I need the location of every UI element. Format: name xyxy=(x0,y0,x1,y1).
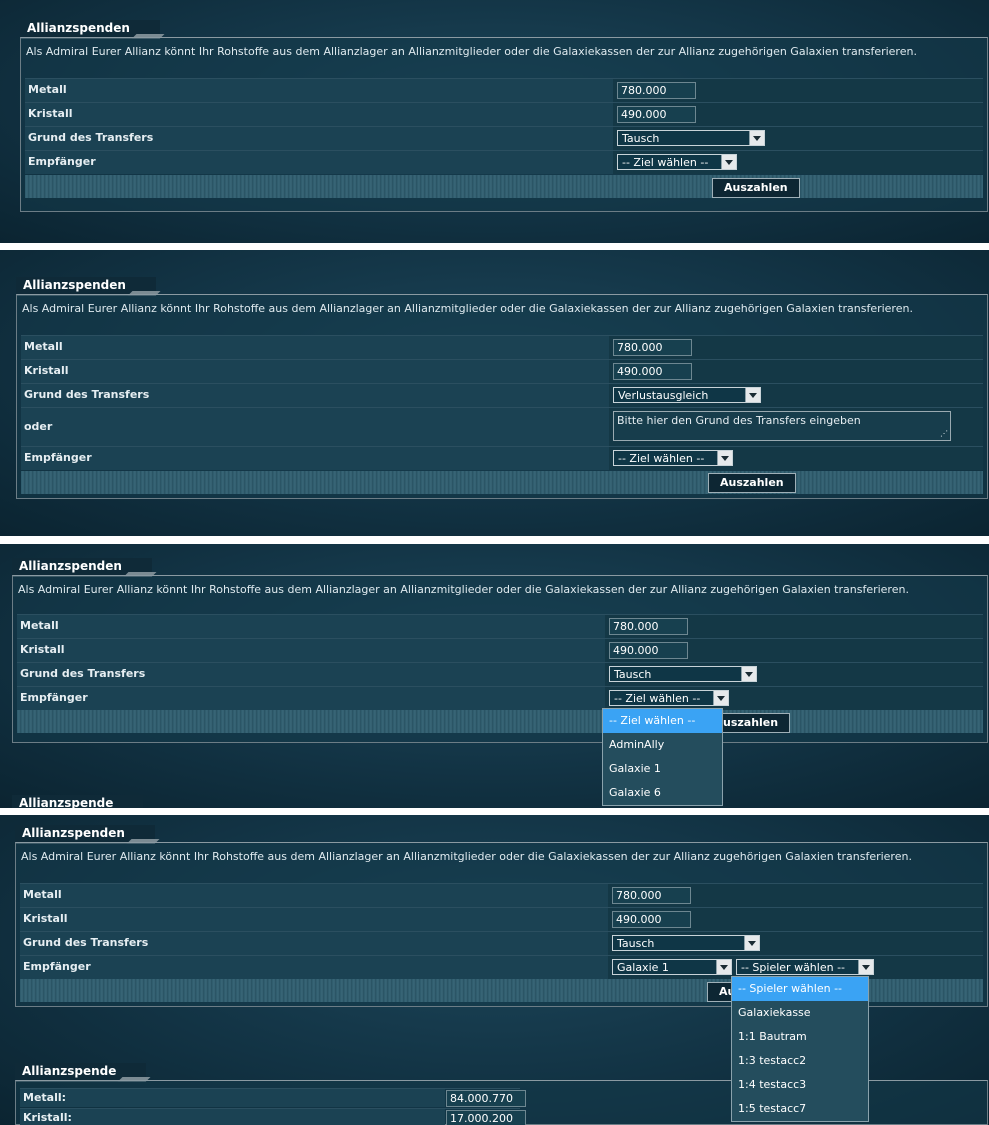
metal-input[interactable]: 780.000 xyxy=(609,618,688,635)
recipient-label: Empfänger xyxy=(21,447,609,470)
alliance-donation-box: Allianzspenden Als Admiral Eurer Allianz… xyxy=(20,20,988,212)
chevron-down-icon[interactable] xyxy=(749,131,764,145)
intro-text: Als Admiral Eurer Allianz könnt Ihr Rohs… xyxy=(22,302,913,315)
dropdown-option[interactable]: 1:3 testacc2 xyxy=(732,1049,868,1073)
chevron-down-icon[interactable] xyxy=(716,960,731,974)
separator xyxy=(0,243,989,250)
reason-label: Grund des Transfers xyxy=(21,384,609,407)
summary-crystal-value: 17.000.200 xyxy=(446,1110,526,1125)
dropdown-option[interactable]: AdminAlly xyxy=(603,733,722,757)
screenshot-panel-2: Allianzspenden Als Admiral Eurer Allianz… xyxy=(0,250,989,536)
summary-crystal-row: Kristall: 17.000.200 xyxy=(20,1108,526,1125)
alliance-donation-box: Allianzspenden Als Admiral Eurer Allianz… xyxy=(12,558,988,743)
payout-button[interactable]: Auszahlen xyxy=(712,178,800,198)
metal-row: Metall 780.000 xyxy=(20,883,983,907)
reason-textarea[interactable]: Bitte hier den Grund des Transfers einge… xyxy=(613,411,951,441)
intro-text: Als Admiral Eurer Allianz könnt Ihr Rohs… xyxy=(21,850,912,863)
screenshot-panel-4: Allianzspenden Als Admiral Eurer Allianz… xyxy=(0,815,989,1125)
recipient-dropdown-list: -- Ziel wählen -- AdminAlly Galaxie 1 Ga… xyxy=(602,708,723,806)
dropdown-option[interactable]: -- Ziel wählen -- xyxy=(603,709,722,733)
intro-text: Als Admiral Eurer Allianz könnt Ihr Rohs… xyxy=(18,583,909,596)
reason-row: Grund des Transfers Tausch xyxy=(17,662,983,686)
recipient-label: Empfänger xyxy=(17,687,605,710)
reason-row: Grund des Transfers Verlustausgleich xyxy=(21,383,983,407)
crystal-input[interactable]: 490.000 xyxy=(609,642,688,659)
crystal-label: Kristall xyxy=(20,908,608,931)
summary-metal-row: Metall: 84.000.770 xyxy=(20,1088,526,1107)
metal-row: Metall 780.000 xyxy=(25,78,983,102)
metal-label: Metall xyxy=(21,336,609,359)
screenshot-panel-3: Allianzspenden Als Admiral Eurer Allianz… xyxy=(0,544,989,808)
metal-label: Metall xyxy=(20,884,608,907)
summary-metal-label: Metall: xyxy=(20,1089,445,1107)
dropdown-option[interactable]: 1:4 testacc3 xyxy=(732,1073,868,1097)
reason-text-row: oder Bitte hier den Grund des Transfers … xyxy=(21,407,983,446)
metal-row: Metall 780.000 xyxy=(17,614,983,638)
dropdown-option[interactable]: 1:1 Bautram xyxy=(732,1025,868,1049)
metal-input[interactable]: 780.000 xyxy=(612,887,691,904)
summary-metal-value: 84.000.770 xyxy=(446,1090,526,1107)
dropdown-option[interactable]: Galaxiekasse xyxy=(732,1001,868,1025)
alliance-donation-box: Allianzspenden Als Admiral Eurer Allianz… xyxy=(16,277,988,499)
galaxy-select[interactable]: Galaxie 1 xyxy=(612,959,732,975)
reason-label: Grund des Transfers xyxy=(20,932,608,955)
chevron-down-icon[interactable] xyxy=(858,960,873,974)
recipient-select[interactable]: -- Ziel wählen -- xyxy=(609,690,729,706)
crystal-row: Kristall 490.000 xyxy=(17,638,983,662)
or-label: oder xyxy=(21,408,609,446)
crystal-label: Kristall xyxy=(21,360,609,383)
recipient-row: Empfänger -- Ziel wählen -- xyxy=(17,686,983,710)
reason-select[interactable]: Tausch xyxy=(609,666,757,682)
recipient-label: Empfänger xyxy=(20,956,608,979)
form-footer xyxy=(17,710,983,733)
dropdown-option[interactable]: Galaxie 1 xyxy=(603,757,722,781)
crystal-label: Kristall xyxy=(17,639,605,662)
reason-row: Grund des Transfers Tausch xyxy=(20,931,983,955)
reason-select[interactable]: Verlustausgleich xyxy=(613,387,761,403)
reason-label: Grund des Transfers xyxy=(17,663,605,686)
screenshot-panel-1: Allianzspenden Als Admiral Eurer Allianz… xyxy=(0,0,989,243)
payout-button[interactable]: Auszahlen xyxy=(708,473,796,493)
chevron-down-icon[interactable] xyxy=(741,667,756,681)
recipient-label: Empfänger xyxy=(25,151,613,174)
metal-label: Metall xyxy=(17,615,605,638)
recipient-row: Empfänger -- Ziel wählen -- xyxy=(25,150,983,174)
separator xyxy=(0,536,989,544)
crystal-input[interactable]: 490.000 xyxy=(612,911,691,928)
chevron-down-icon[interactable] xyxy=(717,451,732,465)
player-select[interactable]: -- Spieler wählen -- xyxy=(736,959,874,975)
player-dropdown-list: -- Spieler wählen -- Galaxiekasse 1:1 Ba… xyxy=(731,976,869,1122)
crystal-row: Kristall 490.000 xyxy=(21,359,983,383)
chevron-down-icon[interactable] xyxy=(744,936,759,950)
crystal-label: Kristall xyxy=(25,103,613,126)
resize-grip-icon[interactable]: ⋰ xyxy=(940,430,948,438)
next-box-title: Allianzspende xyxy=(12,795,144,808)
crystal-input[interactable]: 490.000 xyxy=(613,363,692,380)
summary-crystal-label: Kristall: xyxy=(20,1109,445,1125)
reason-select[interactable]: Tausch xyxy=(612,935,760,951)
intro-text: Als Admiral Eurer Allianz könnt Ihr Rohs… xyxy=(26,45,917,58)
crystal-input[interactable]: 490.000 xyxy=(617,106,696,123)
recipient-row: Empfänger -- Ziel wählen -- xyxy=(21,446,983,470)
recipient-select[interactable]: -- Ziel wählen -- xyxy=(617,154,737,170)
dropdown-option[interactable]: Galaxie 6 xyxy=(603,781,722,805)
reason-select[interactable]: Tausch xyxy=(617,130,765,146)
metal-input[interactable]: 780.000 xyxy=(613,339,692,356)
crystal-row: Kristall 490.000 xyxy=(25,102,983,126)
form-footer xyxy=(21,471,983,494)
reason-row: Grund des Transfers Tausch xyxy=(25,126,983,150)
separator xyxy=(0,808,989,815)
recipient-select[interactable]: -- Ziel wählen -- xyxy=(613,450,733,466)
metal-row: Metall 780.000 xyxy=(21,335,983,359)
chevron-down-icon[interactable] xyxy=(713,691,728,705)
dropdown-option[interactable]: 1:5 testacc7 xyxy=(732,1097,868,1121)
metal-label: Metall xyxy=(25,79,613,102)
chevron-down-icon[interactable] xyxy=(721,155,736,169)
chevron-down-icon[interactable] xyxy=(745,388,760,402)
crystal-row: Kristall 490.000 xyxy=(20,907,983,931)
form-footer xyxy=(25,175,983,198)
metal-input[interactable]: 780.000 xyxy=(617,82,696,99)
reason-label: Grund des Transfers xyxy=(25,127,613,150)
dropdown-option[interactable]: -- Spieler wählen -- xyxy=(732,977,868,1001)
